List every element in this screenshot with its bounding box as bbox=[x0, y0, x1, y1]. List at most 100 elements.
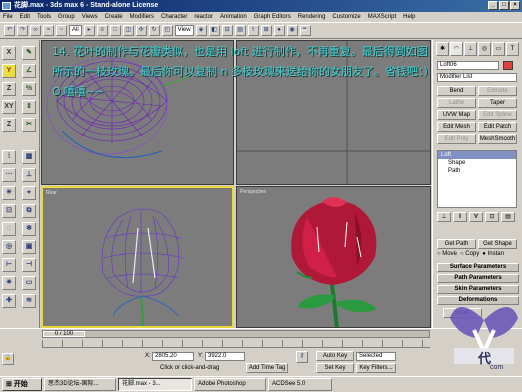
hide-icon[interactable]: ◌ bbox=[2, 222, 16, 236]
modifier-taper-button[interactable]: Taper bbox=[478, 98, 517, 108]
mirror-icon[interactable]: ◧ bbox=[208, 25, 220, 36]
render-scene-icon[interactable]: ◉ bbox=[286, 25, 298, 36]
utilities-tab-icon[interactable]: T bbox=[506, 42, 519, 56]
layer-manager-icon[interactable]: ▤ bbox=[234, 25, 246, 36]
get-path-button[interactable]: Get Path bbox=[437, 239, 476, 249]
modifier-bend-button[interactable]: Bend bbox=[437, 86, 476, 96]
task-3dsmax[interactable]: 花脚.max - 3... bbox=[118, 378, 192, 391]
time-slider[interactable]: 0 / 100 bbox=[42, 330, 430, 338]
link-icon[interactable]: ∞ bbox=[30, 25, 41, 36]
percent-snap-icon[interactable]: % bbox=[22, 82, 36, 96]
snapshot-icon[interactable]: ▦ bbox=[22, 150, 36, 164]
helper-icon[interactable]: ✚ bbox=[2, 294, 16, 308]
menu-customize[interactable]: Customize bbox=[332, 12, 360, 22]
modifier-edit-spline-button[interactable]: Edit Spline bbox=[478, 110, 517, 120]
set-key-icon[interactable]: ⚷ bbox=[296, 351, 308, 363]
move-radio[interactable]: ○ Move bbox=[437, 251, 457, 257]
selection-filter-dropdown[interactable]: All bbox=[69, 25, 82, 36]
maximize-button[interactable]: □ bbox=[499, 1, 509, 10]
show-end-result-icon[interactable]: ‖ bbox=[453, 212, 467, 222]
modifier-edit-patch-button[interactable]: Edit Patch bbox=[478, 122, 517, 132]
add-time-tag-button[interactable]: Add Time Tag bbox=[246, 363, 288, 373]
configure-sets-icon[interactable]: ▤ bbox=[501, 212, 515, 222]
x-axis-button[interactable]: X bbox=[2, 46, 16, 60]
isolate-icon[interactable]: ◎ bbox=[2, 240, 16, 254]
quick-render-icon[interactable]: ☕ bbox=[299, 25, 311, 36]
place-highlight-icon[interactable]: ☀ bbox=[2, 186, 16, 200]
unlink-icon[interactable]: ≈ bbox=[43, 25, 54, 36]
menu-animation[interactable]: Animation bbox=[220, 12, 247, 22]
spinner-snap-icon[interactable]: ⇕ bbox=[22, 100, 36, 114]
stack-item-shape[interactable]: Shape bbox=[438, 159, 516, 167]
track-bar[interactable] bbox=[42, 340, 430, 348]
measure-icon[interactable]: ⊢ bbox=[2, 258, 16, 272]
select-scale-icon[interactable]: ◰ bbox=[161, 25, 173, 36]
stack-item-loft[interactable]: Loft bbox=[438, 151, 516, 159]
spacing-tool-icon[interactable]: ⋯ bbox=[2, 168, 16, 182]
viewport-rear[interactable]: Rear bbox=[41, 186, 234, 328]
auto-key-button[interactable]: Auto Key bbox=[316, 351, 354, 361]
task-photoshop[interactable]: Adobe Photoshop bbox=[194, 378, 266, 391]
edit-named-selection-icon[interactable]: ✂ bbox=[22, 118, 36, 132]
x-coord-field[interactable]: 2805.20 bbox=[152, 352, 194, 361]
task-acdsee[interactable]: ACDSee 5.0 bbox=[268, 378, 332, 391]
angle-snap-icon[interactable]: ∠ bbox=[22, 64, 36, 78]
task-forum[interactable]: 思杰3D论坛-国际... bbox=[44, 378, 116, 391]
camera-icon[interactable]: ▭ bbox=[22, 276, 36, 290]
display-tab-icon[interactable]: ▭ bbox=[492, 42, 505, 56]
modifier-meshsmooth-button[interactable]: MeshSmooth bbox=[478, 134, 517, 144]
lock-selection-icon[interactable]: 🔒 bbox=[2, 353, 14, 365]
menu-views[interactable]: Views bbox=[82, 12, 98, 22]
redo-icon[interactable]: ↷ bbox=[17, 25, 28, 36]
modifier-extrude-button[interactable]: Extrude bbox=[478, 86, 517, 96]
window-crossing-icon[interactable]: ◫ bbox=[122, 25, 134, 36]
xy-plane-button[interactable]: XY bbox=[2, 100, 16, 114]
curve-editor-icon[interactable]: ⌇ bbox=[247, 25, 259, 36]
menu-file[interactable]: File bbox=[3, 12, 13, 22]
rollout-surface-parameters[interactable]: Surface Parameters bbox=[437, 263, 519, 272]
menu-rendering[interactable]: Rendering bbox=[298, 12, 326, 22]
modifier-edit-poly-button[interactable]: Edit Poly bbox=[437, 134, 476, 144]
start-button[interactable]: ⊞ 开始 bbox=[2, 378, 42, 391]
reference-coordinate-dropdown[interactable]: View bbox=[174, 25, 194, 36]
instance-radio[interactable]: ● Instan bbox=[482, 251, 504, 257]
space-warp-icon[interactable]: ≋ bbox=[22, 294, 36, 308]
remove-modifier-icon[interactable]: ⊡ bbox=[485, 212, 499, 222]
motion-tab-icon[interactable]: ◎ bbox=[478, 42, 491, 56]
menu-tools[interactable]: Tools bbox=[37, 12, 51, 22]
align-icon[interactable]: ⊟ bbox=[221, 25, 233, 36]
menu-help[interactable]: Help bbox=[403, 12, 415, 22]
align-camera-icon[interactable]: ⌖ bbox=[22, 186, 36, 200]
menu-maxscript[interactable]: MAXScript bbox=[368, 12, 396, 22]
tape-icon[interactable]: ⊣ bbox=[22, 258, 36, 272]
viewport-perspective[interactable]: Perspective bbox=[236, 186, 431, 328]
z-plane-button[interactable]: Z bbox=[2, 118, 16, 132]
set-key-button[interactable]: Set Key bbox=[316, 363, 354, 373]
array-icon[interactable]: ⁞ bbox=[2, 150, 16, 164]
rollout-path-parameters[interactable]: Path Parameters bbox=[437, 274, 519, 283]
modifier-uvw-map-button[interactable]: UVW Map bbox=[437, 110, 476, 120]
group-icon[interactable]: ▣ bbox=[22, 240, 36, 254]
minimize-button[interactable]: _ bbox=[488, 1, 498, 10]
pivot-point-icon[interactable]: ◈ bbox=[195, 25, 207, 36]
align-view-icon[interactable]: ⊡ bbox=[2, 204, 16, 218]
object-color-swatch[interactable] bbox=[503, 61, 513, 70]
key-mode-dropdown[interactable]: Selected bbox=[356, 352, 396, 361]
get-shape-button[interactable]: Get Shape bbox=[478, 239, 517, 249]
normal-align-icon[interactable]: ⊥ bbox=[22, 168, 36, 182]
menu-modifiers[interactable]: Modifiers bbox=[130, 12, 154, 22]
menu-create[interactable]: Create bbox=[105, 12, 123, 22]
stack-item-path[interactable]: Path bbox=[438, 167, 516, 175]
make-unique-icon[interactable]: ∀ bbox=[469, 212, 483, 222]
modifier-list-dropdown[interactable]: Modifier List bbox=[437, 73, 517, 82]
freeze-icon[interactable]: ❄ bbox=[22, 222, 36, 236]
material-editor-icon[interactable]: ● bbox=[273, 25, 285, 36]
schematic-view-icon[interactable]: ⊞ bbox=[260, 25, 272, 36]
menu-reactor[interactable]: reactor bbox=[194, 12, 213, 22]
select-rotate-icon[interactable]: ↻ bbox=[148, 25, 160, 36]
modifier-edit-mesh-button[interactable]: Edit Mesh bbox=[437, 122, 476, 132]
pin-stack-icon[interactable]: ⊥ bbox=[437, 212, 451, 222]
y-coord-field[interactable]: 3922.0 bbox=[205, 352, 245, 361]
snap-toggle-icon[interactable]: ✎ bbox=[22, 46, 36, 60]
menu-edit[interactable]: Edit bbox=[20, 12, 30, 22]
